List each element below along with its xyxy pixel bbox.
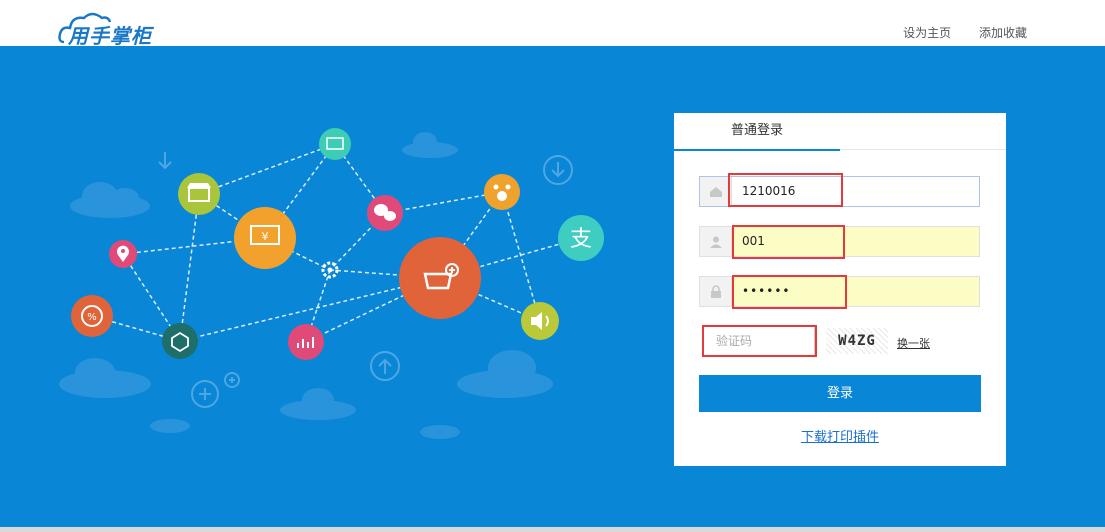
bottom-strip <box>0 527 1105 532</box>
tab-divider <box>840 149 1006 150</box>
network-illustration: ¥ 支 % <box>59 128 604 439</box>
refresh-captcha-link[interactable]: 换一张 <box>897 335 930 351</box>
cash-node-icon: ¥ <box>234 207 296 269</box>
highlight-box-company <box>728 173 843 207</box>
banner: ¥ 支 % 普通登录 1210016 001 •••••• 验证码 W4ZG 换… <box>0 46 1105 532</box>
highlight-box-password <box>732 275 847 309</box>
package-node-icon <box>162 323 198 359</box>
lock-icon <box>700 277 732 306</box>
baidu-node-icon <box>484 174 520 210</box>
alipay-node-icon: 支 <box>558 215 604 261</box>
logo-text: 用手掌柜 <box>68 24 152 48</box>
shop-node-icon <box>178 173 220 215</box>
login-panel: 普通登录 1210016 001 •••••• 验证码 W4ZG 换一张 登录 … <box>674 113 1006 466</box>
login-button[interactable]: 登录 <box>699 375 981 412</box>
add-favorite-link[interactable]: 添加收藏 <box>979 26 1027 40</box>
svg-text:¥: ¥ <box>262 230 269 243</box>
highlight-box-captcha <box>702 325 817 357</box>
header: 用手掌柜 设为主页 添加收藏 <box>0 0 1105 48</box>
captcha-image[interactable]: W4ZG <box>826 328 888 354</box>
chart-node-icon <box>288 324 324 360</box>
svg-text:%: % <box>87 312 97 323</box>
user-icon <box>700 227 732 256</box>
svg-text:支: 支 <box>570 227 592 252</box>
highlight-box-username <box>732 225 845 259</box>
logo[interactable]: 用手掌柜 <box>58 6 168 48</box>
discount-node-icon: % <box>71 295 113 337</box>
wechat-node-icon <box>367 195 403 231</box>
tab-normal-login[interactable]: 普通登录 <box>674 113 840 151</box>
card-node-icon <box>319 128 351 160</box>
speaker-node-icon <box>521 302 559 340</box>
cart-node-icon <box>399 237 481 319</box>
download-print-plugin-link[interactable]: 下载打印插件 <box>674 426 1006 445</box>
set-homepage-link[interactable]: 设为主页 <box>903 26 951 40</box>
header-links: 设为主页 添加收藏 <box>879 24 1027 41</box>
location-node-icon <box>109 240 137 268</box>
